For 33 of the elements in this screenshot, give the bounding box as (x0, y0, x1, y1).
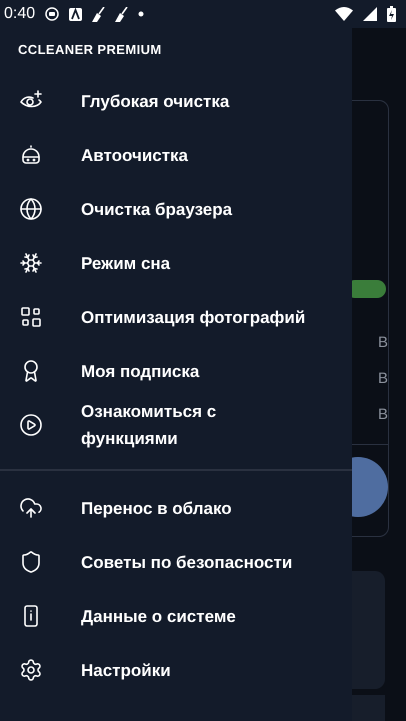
menu-item[interactable]: Автоочистка (0, 128, 352, 182)
shield-icon (19, 550, 43, 574)
menu-item[interactable]: Данные о системе (0, 589, 352, 643)
drawer-header: CCLEANER PREMIUM (17, 41, 163, 59)
signal-icon (363, 7, 377, 21)
wifi-icon (335, 7, 353, 21)
squares-icon (19, 305, 43, 329)
app-notification-icon (69, 8, 82, 20)
status-time: 0:40 (4, 5, 36, 23)
menu-item[interactable]: Ознакомиться с функциями (0, 398, 352, 452)
size-text: B (378, 406, 388, 424)
menu-item[interactable]: Моя подписка (0, 344, 352, 398)
menu-item[interactable]: Настройки (0, 643, 352, 697)
broom-icon (92, 6, 106, 22)
size-text: B (378, 334, 388, 352)
settings-icon (19, 658, 43, 682)
robot-icon (19, 143, 43, 167)
menu-item[interactable]: Перенос в облако (0, 481, 352, 535)
globe-icon (19, 197, 43, 221)
snowflake-icon (19, 251, 43, 275)
notification-icon (45, 7, 60, 21)
toggle-switch[interactable] (352, 280, 386, 298)
dot-icon (138, 11, 144, 17)
menu-item[interactable]: Режим сна (0, 236, 352, 290)
size-text: B (378, 370, 388, 388)
play-circle-icon (19, 413, 43, 437)
menu-item[interactable]: Очистка браузера (0, 182, 352, 236)
broom-icon (115, 6, 128, 22)
menu-item[interactable]: Оптимизация фотографий (0, 290, 352, 344)
cloud-upload-icon (19, 496, 43, 520)
menu-item[interactable]: Глубокая очистка (0, 74, 352, 128)
battery-icon (387, 6, 396, 22)
menu-item[interactable]: Советы по безопасности (0, 535, 352, 589)
